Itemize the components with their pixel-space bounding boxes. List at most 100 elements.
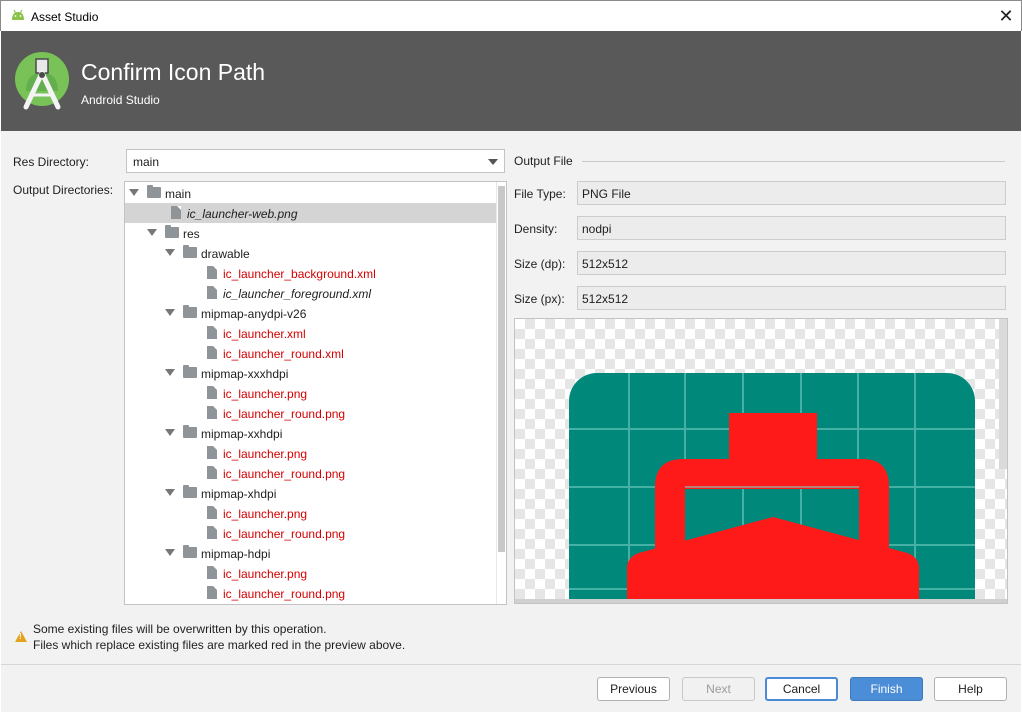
next-button[interactable]: Next — [682, 677, 755, 701]
size-dp-field: 512x512 — [577, 251, 1006, 275]
tree-file-row[interactable]: ic_launcher.png — [125, 383, 496, 403]
tree-file-label: ic_launcher_foreground.xml — [223, 287, 372, 301]
tree-file-label: ic_launcher_round.png — [223, 527, 346, 541]
file-icon — [207, 526, 217, 539]
icon-preview[interactable] — [514, 318, 1008, 604]
expand-arrow-icon[interactable] — [165, 369, 175, 376]
expand-arrow-icon[interactable] — [165, 549, 175, 556]
expand-arrow-icon[interactable] — [165, 489, 175, 496]
file-icon — [171, 206, 181, 219]
tree-folder-row[interactable]: mipmap-hdpi — [125, 543, 496, 563]
density-label: Density: — [514, 222, 558, 236]
close-icon[interactable]: ✕ — [991, 1, 1021, 31]
output-file-section-label: Output File — [514, 154, 573, 168]
tree-file-row[interactable]: ic_launcher_round.png — [125, 523, 496, 543]
tree-file-row[interactable]: ic_launcher.png — [125, 443, 496, 463]
tree-file-row[interactable]: ic_launcher_round.png — [125, 403, 496, 423]
section-divider — [582, 161, 1005, 162]
dialog-footer: Previous Next Cancel Finish Help — [1, 664, 1021, 712]
tree-file-label: ic_launcher-web.png — [187, 207, 298, 221]
tree-file-row[interactable]: ic_launcher_background.xml — [125, 263, 496, 283]
folder-icon — [183, 425, 197, 438]
tree-folder-label: mipmap-anydpi-v26 — [201, 307, 307, 321]
folder-icon — [183, 305, 197, 318]
tree-file-label: ic_launcher.png — [223, 387, 308, 401]
tree-file-row[interactable]: ic_launcher.xml — [125, 323, 496, 343]
window-title: Asset Studio — [31, 10, 99, 24]
expand-arrow-icon[interactable] — [147, 229, 157, 236]
chevron-down-icon[interactable] — [488, 159, 498, 165]
tree-file-label: ic_launcher_round.png — [223, 467, 346, 481]
folder-icon — [183, 545, 197, 558]
expand-arrow-icon[interactable] — [165, 249, 175, 256]
file-icon — [207, 266, 217, 279]
finish-button[interactable]: Finish — [850, 677, 923, 701]
dialog-content: Res Directory: main Output Directories: … — [1, 131, 1021, 664]
folder-icon — [183, 245, 197, 258]
res-directory-value: main — [133, 155, 160, 169]
expand-arrow-icon[interactable] — [129, 189, 139, 196]
tree-file-label: ic_launcher_round.xml — [223, 347, 344, 361]
android-head-icon — [12, 9, 24, 20]
launcher-icon-preview — [569, 373, 975, 603]
tree-folder-row[interactable]: mipmap-xhdpi — [125, 483, 496, 503]
tree-file-row[interactable]: ic_launcher_round.png — [125, 583, 496, 603]
tree-file-label: ic_launcher_background.xml — [223, 267, 376, 281]
res-directory-label: Res Directory: — [13, 155, 90, 169]
warning-triangle-icon — [15, 631, 27, 642]
tree-file-row[interactable]: ic_launcher.png — [125, 563, 496, 583]
tree-file-row[interactable]: ic_launcher_round.xml — [125, 343, 496, 363]
tree-file-label: ic_launcher_round.png — [223, 407, 346, 421]
file-icon — [207, 566, 217, 579]
tree-file-label: ic_launcher.xml — [223, 327, 306, 341]
page-subtitle: Android Studio — [81, 93, 160, 107]
tree-folder-row[interactable]: res — [125, 223, 496, 243]
cancel-button[interactable]: Cancel — [765, 677, 838, 701]
tree-file-label: ic_launcher.png — [223, 507, 308, 521]
file-icon — [207, 586, 217, 599]
folder-icon — [165, 225, 179, 238]
next-button-label: Next — [706, 682, 731, 696]
dialog-header: Confirm Icon Path Android Studio — [1, 31, 1021, 131]
tree-folder-row[interactable]: mipmap-xxhdpi — [125, 423, 496, 443]
density-field: nodpi — [577, 216, 1006, 240]
cancel-button-label: Cancel — [782, 682, 821, 696]
preview-horizontal-scrollbar[interactable] — [515, 599, 1007, 603]
expand-arrow-icon[interactable] — [165, 429, 175, 436]
density-value: nodpi — [582, 222, 612, 236]
file-type-label: File Type: — [514, 187, 566, 201]
tree-file-row[interactable]: ic_launcher_round.png — [125, 463, 496, 483]
tree-file-label: ic_launcher.png — [223, 447, 308, 461]
res-directory-select[interactable]: main — [126, 149, 505, 173]
android-studio-logo-icon — [15, 52, 69, 110]
size-px-field: 512x512 — [577, 286, 1006, 310]
file-icon — [207, 406, 217, 419]
size-dp-value: 512x512 — [582, 257, 629, 271]
tree-file-row[interactable]: ic_launcher-web.png — [125, 203, 496, 223]
folder-icon — [147, 185, 161, 198]
preview-scrollbar[interactable] — [999, 319, 1007, 469]
tree-file-row[interactable]: ic_launcher.png — [125, 503, 496, 523]
tree-folder-row[interactable]: mipmap-anydpi-v26 — [125, 303, 496, 323]
tree-folder-row[interactable]: main — [125, 183, 496, 203]
tree-folder-label: drawable — [201, 247, 250, 261]
folder-icon — [183, 365, 197, 378]
tree-folder-row[interactable]: mipmap-xxxhdpi — [125, 363, 496, 383]
file-icon — [207, 506, 217, 519]
tree-folder-row[interactable]: drawable — [125, 243, 496, 263]
tree-scrollbar-thumb[interactable] — [498, 186, 505, 552]
tree-file-row[interactable]: ic_launcher_foreground.xml — [125, 283, 496, 303]
expand-arrow-icon[interactable] — [165, 309, 175, 316]
page-title: Confirm Icon Path — [81, 59, 266, 85]
help-button[interactable]: Help — [934, 677, 1007, 701]
tree-folder-label: mipmap-xxhdpi — [201, 427, 283, 441]
size-px-value: 512x512 — [582, 292, 629, 306]
tree-folder-label: res — [183, 227, 200, 241]
tree-scrollbar[interactable] — [496, 182, 506, 604]
output-directories-tree[interactable]: main ic_launcher-web.pngres drawable ic_lau… — [124, 181, 507, 605]
tree-file-label: ic_launcher_round.png — [223, 587, 346, 601]
tree-file-label: ic_launcher.png — [223, 567, 308, 581]
previous-button[interactable]: Previous — [597, 677, 670, 701]
file-icon — [207, 286, 217, 299]
warning-line-1: Some existing files will be overwritten … — [33, 622, 327, 636]
